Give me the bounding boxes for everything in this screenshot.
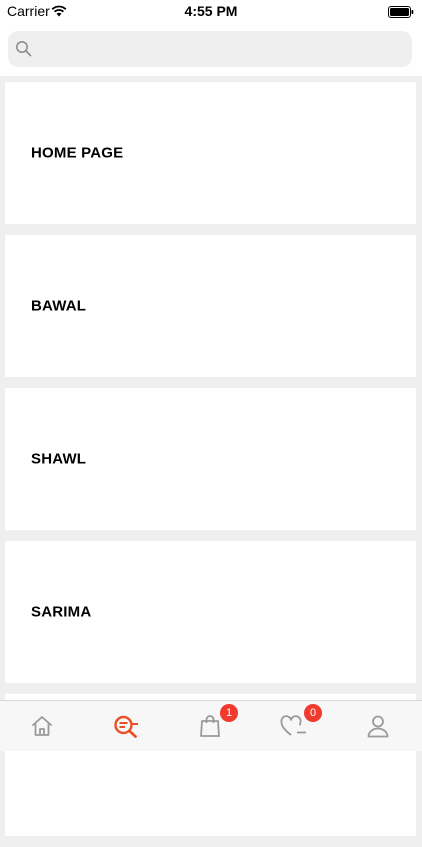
search-bar[interactable] [8,31,412,69]
category-item-shawl[interactable]: SHAWL [5,388,416,530]
status-bar: Carrier 4:55 PM [0,0,422,24]
category-item-sarima[interactable]: SARIMA [5,541,416,683]
category-label: HOME PAGE [31,144,124,162]
search-area [0,24,422,76]
tab-bar: 1 0 [0,700,422,751]
tab-wishlist[interactable]: 0 [252,701,336,751]
category-label: SHAWL [31,450,87,468]
category-label: BAWAL [31,297,87,315]
battery-icon [388,5,414,23]
search-icon [15,40,33,63]
cart-count-badge: 1 [220,704,238,722]
shopping-bag-icon [200,715,220,737]
category-item-home-page[interactable]: HOME PAGE [5,82,416,224]
wishlist-count-badge: 0 [304,704,322,722]
wishlist-heart-icon [280,715,306,736]
tab-search[interactable] [84,701,168,751]
search-list-icon [114,715,138,738]
tab-cart[interactable]: 1 [168,701,252,751]
category-item-bawal[interactable]: BAWAL [5,235,416,377]
clock: 4:55 PM [184,3,238,19]
tab-home[interactable] [0,701,84,751]
search-input[interactable] [40,31,404,69]
home-icon [32,716,52,736]
profile-icon [367,715,389,738]
category-label: SARIMA [31,603,92,621]
tab-profile[interactable] [336,701,420,751]
